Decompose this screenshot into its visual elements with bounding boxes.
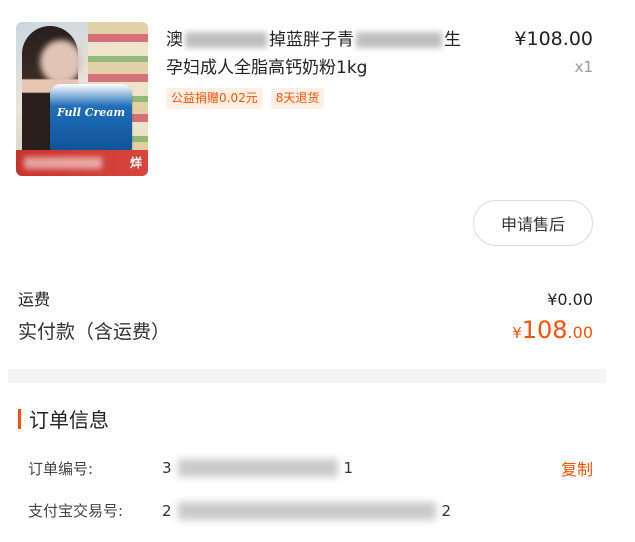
blurred-alipay-number (177, 501, 436, 520)
can-label: Full Cream (56, 106, 126, 119)
shipping-value: ¥0.00 (547, 290, 593, 309)
product-tags: 公益捐赠0.02元 8天退货 (166, 88, 325, 109)
alipay-trade-label: 支付宝交易号: (28, 502, 124, 520)
title-text-mid: 掉蓝胖子青 (269, 30, 354, 50)
order-info-header: 订单信息 (18, 404, 109, 433)
alipay-trade-value: 2 2 (162, 501, 452, 520)
total-decimal: .00 (567, 323, 593, 342)
milk-powder-can-image: Full Cream (50, 84, 132, 158)
order-number-suffix: 1 (343, 459, 354, 477)
total-label: 实付款（含运费） (18, 321, 171, 343)
order-number-prefix: 3 (162, 459, 172, 477)
order-number-row: 订单编号: 3 1 复制 (28, 456, 593, 480)
blurred-banner-text (24, 157, 102, 169)
section-title: 订单信息 (29, 408, 109, 432)
product-title[interactable]: 澳 掉蓝胖子青 生 孕妇成人全脂高钙奶粉1kg (166, 26, 496, 82)
after-sales-button[interactable]: 申请售后 (473, 200, 593, 246)
total-amount: ¥108.00 (512, 316, 593, 344)
shipping-fee-row: 运费 ¥0.00 (18, 286, 593, 310)
return-policy-tag: 8天退货 (270, 88, 325, 109)
blurred-face (40, 40, 82, 84)
total-currency: ¥ (512, 324, 522, 342)
blurred-order-number (177, 459, 338, 477)
charity-tag: 公益捐赠0.02元 (166, 88, 263, 109)
title-text-end: 生 (444, 30, 461, 50)
total-integer: 108 (521, 316, 568, 344)
blurred-title-text (185, 32, 267, 48)
title-text-start: 澳 (166, 30, 183, 50)
banner-corner-text: 烊 (129, 156, 142, 170)
section-accent-bar (18, 408, 21, 429)
total-payment-row: 实付款（含运费） ¥108.00 (18, 316, 593, 344)
alipay-suffix: 2 (441, 501, 452, 520)
copy-button[interactable]: 复制 (561, 456, 593, 480)
shipping-label: 运费 (18, 290, 51, 309)
order-number-value: 3 1 (162, 459, 353, 477)
product-title-line-1: 澳 掉蓝胖子青 生 (166, 26, 496, 54)
order-number-label: 订单编号: (28, 459, 94, 478)
product-title-line-2: 孕妇成人全脂高钙奶粉1kg (166, 58, 368, 78)
alipay-prefix: 2 (162, 501, 172, 520)
product-price: ¥108.00 (514, 28, 593, 50)
section-divider (8, 369, 606, 383)
alipay-trade-row: 支付宝交易号: 2 2 (28, 500, 593, 521)
product-thumbnail[interactable]: Full Cream 烊 (16, 22, 148, 176)
thumbnail-banner: 烊 (16, 150, 148, 176)
product-quantity: x1 (574, 58, 593, 76)
blurred-title-text (356, 32, 442, 48)
